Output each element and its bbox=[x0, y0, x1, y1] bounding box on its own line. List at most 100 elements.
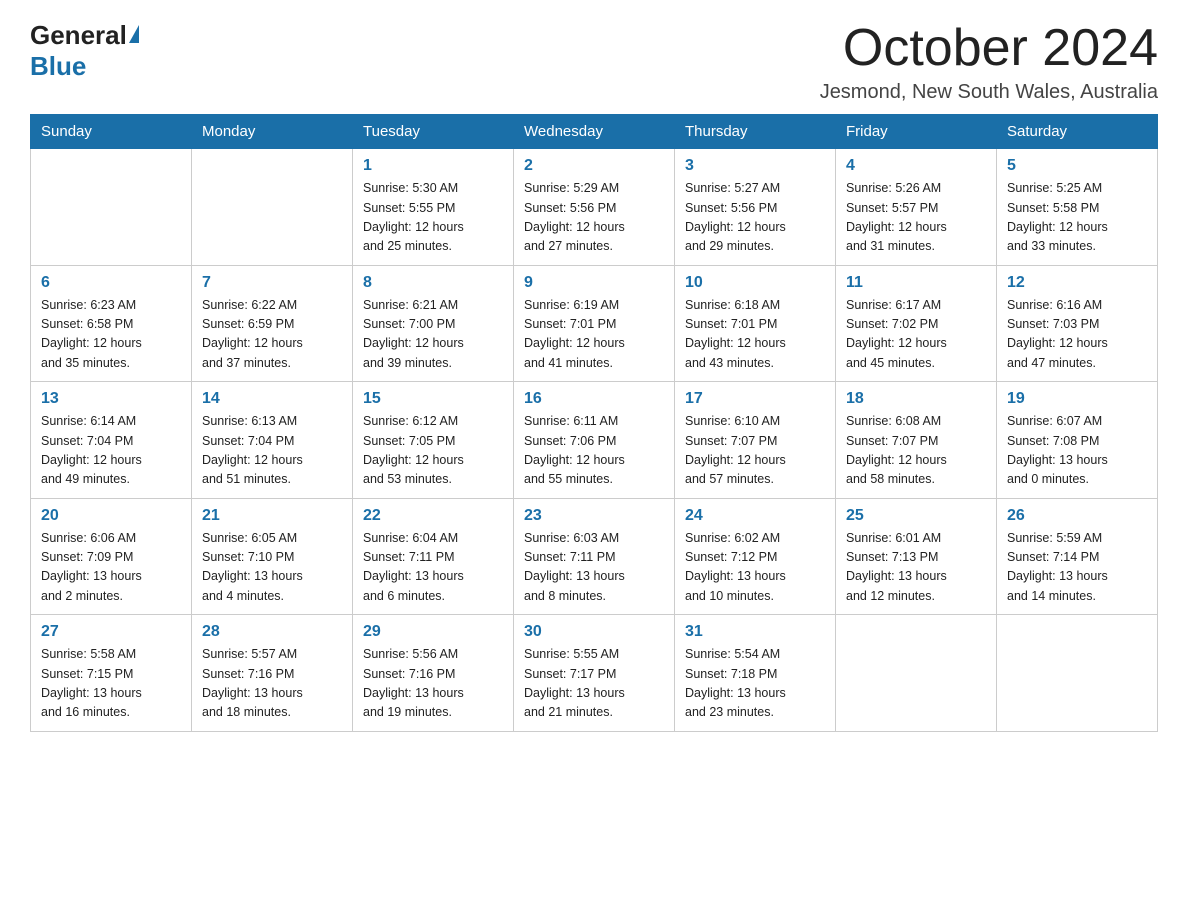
day-number: 14 bbox=[202, 390, 342, 408]
title-block: October 2024 Jesmond, New South Wales, A… bbox=[820, 20, 1158, 104]
day-info: Sunrise: 5:26 AMSunset: 5:57 PMDaylight:… bbox=[846, 179, 986, 257]
calendar-cell: 9 Sunrise: 6:19 AMSunset: 7:01 PMDaylight… bbox=[514, 265, 675, 382]
calendar-cell: 5Sunrise: 5:25 AMSunset: 5:58 PMDaylight… bbox=[997, 149, 1158, 266]
day-info: Sunrise: 6:10 AMSunset: 7:07 PMDaylight:… bbox=[685, 412, 825, 490]
day-info: Sunrise: 6:22 AMSunset: 6:59 PMDaylight:… bbox=[202, 296, 342, 374]
calendar-cell: 11Sunrise: 6:17 AMSunset: 7:02 PMDayligh… bbox=[836, 265, 997, 382]
calendar-row-5: 27 Sunrise: 5:58 AMSunset: 7:15 PMDayligh… bbox=[31, 615, 1158, 732]
day-info: Sunrise: 6:21 AMSunset: 7:00 PMDaylight:… bbox=[363, 296, 503, 374]
calendar-cell: 10 Sunrise: 6:18 AMSunset: 7:01 PMDayligh… bbox=[675, 265, 836, 382]
calendar-cell: 28Sunrise: 5:57 AMSunset: 7:16 PMDayligh… bbox=[192, 615, 353, 732]
calendar-cell: 14 Sunrise: 6:13 AMSunset: 7:04 PMDayligh… bbox=[192, 382, 353, 499]
calendar-cell: 22 Sunrise: 6:04 AMSunset: 7:11 PMDayligh… bbox=[353, 498, 514, 615]
day-info: Sunrise: 6:02 AMSunset: 7:12 PMDaylight:… bbox=[685, 529, 825, 607]
calendar-cell bbox=[997, 615, 1158, 732]
calendar-cell: 1Sunrise: 5:30 AMSunset: 5:55 PMDaylight… bbox=[353, 149, 514, 266]
calendar-cell: 8 Sunrise: 6:21 AMSunset: 7:00 PMDaylight… bbox=[353, 265, 514, 382]
calendar-cell: 29 Sunrise: 5:56 AMSunset: 7:16 PMDayligh… bbox=[353, 615, 514, 732]
day-info: Sunrise: 6:07 AMSunset: 7:08 PMDaylight:… bbox=[1007, 412, 1147, 490]
calendar-cell: 27 Sunrise: 5:58 AMSunset: 7:15 PMDayligh… bbox=[31, 615, 192, 732]
calendar-row-4: 20Sunrise: 6:06 AMSunset: 7:09 PMDayligh… bbox=[31, 498, 1158, 615]
day-number: 4 bbox=[846, 157, 986, 175]
day-info: Sunrise: 6:05 AMSunset: 7:10 PMDaylight:… bbox=[202, 529, 342, 607]
calendar-row-3: 13Sunrise: 6:14 AMSunset: 7:04 PMDayligh… bbox=[31, 382, 1158, 499]
day-number: 26 bbox=[1007, 507, 1147, 525]
calendar-row-1: 1Sunrise: 5:30 AMSunset: 5:55 PMDaylight… bbox=[31, 149, 1158, 266]
calendar-cell: 31Sunrise: 5:54 AMSunset: 7:18 PMDayligh… bbox=[675, 615, 836, 732]
day-number: 20 bbox=[41, 507, 181, 525]
day-number: 10 bbox=[685, 274, 825, 292]
day-info: Sunrise: 5:57 AMSunset: 7:16 PMDaylight:… bbox=[202, 645, 342, 723]
day-number: 7 bbox=[202, 274, 342, 292]
day-info: Sunrise: 6:13 AMSunset: 7:04 PMDaylight:… bbox=[202, 412, 342, 490]
logo-triangle-icon bbox=[129, 25, 139, 43]
day-number: 6 bbox=[41, 274, 181, 292]
day-info: Sunrise: 6:19 AMSunset: 7:01 PMDaylight:… bbox=[524, 296, 664, 374]
page-subtitle: Jesmond, New South Wales, Australia bbox=[820, 81, 1158, 104]
calendar-cell: 17Sunrise: 6:10 AMSunset: 7:07 PMDayligh… bbox=[675, 382, 836, 499]
calendar-cell: 2 Sunrise: 5:29 AMSunset: 5:56 PMDaylight… bbox=[514, 149, 675, 266]
day-number: 19 bbox=[1007, 390, 1147, 408]
day-number: 22 bbox=[363, 507, 503, 525]
day-info: Sunrise: 6:11 AMSunset: 7:06 PMDaylight:… bbox=[524, 412, 664, 490]
day-info: Sunrise: 5:27 AMSunset: 5:56 PMDaylight:… bbox=[685, 179, 825, 257]
calendar-cell bbox=[192, 149, 353, 266]
day-info: Sunrise: 6:23 AMSunset: 6:58 PMDaylight:… bbox=[41, 296, 181, 374]
logo-general-text: General bbox=[30, 20, 127, 51]
calendar-cell: 24 Sunrise: 6:02 AMSunset: 7:12 PMDayligh… bbox=[675, 498, 836, 615]
day-number: 12 bbox=[1007, 274, 1147, 292]
day-info: Sunrise: 5:29 AMSunset: 5:56 PMDaylight:… bbox=[524, 179, 664, 257]
day-number: 29 bbox=[363, 623, 503, 641]
calendar-cell: 25 Sunrise: 6:01 AMSunset: 7:13 PMDayligh… bbox=[836, 498, 997, 615]
calendar-cell: 18 Sunrise: 6:08 AMSunset: 7:07 PMDayligh… bbox=[836, 382, 997, 499]
calendar-row-2: 6 Sunrise: 6:23 AMSunset: 6:58 PMDaylight… bbox=[31, 265, 1158, 382]
calendar-cell: 21Sunrise: 6:05 AMSunset: 7:10 PMDayligh… bbox=[192, 498, 353, 615]
logo: General Blue bbox=[30, 20, 141, 82]
day-info: Sunrise: 6:03 AMSunset: 7:11 PMDaylight:… bbox=[524, 529, 664, 607]
day-number: 23 bbox=[524, 507, 664, 525]
day-info: Sunrise: 6:12 AMSunset: 7:05 PMDaylight:… bbox=[363, 412, 503, 490]
calendar-cell: 4 Sunrise: 5:26 AMSunset: 5:57 PMDaylight… bbox=[836, 149, 997, 266]
day-number: 27 bbox=[41, 623, 181, 641]
day-info: Sunrise: 6:18 AMSunset: 7:01 PMDaylight:… bbox=[685, 296, 825, 374]
day-number: 2 bbox=[524, 157, 664, 175]
day-info: Sunrise: 6:14 AMSunset: 7:04 PMDaylight:… bbox=[41, 412, 181, 490]
day-number: 18 bbox=[846, 390, 986, 408]
day-number: 25 bbox=[846, 507, 986, 525]
day-info: Sunrise: 6:08 AMSunset: 7:07 PMDaylight:… bbox=[846, 412, 986, 490]
col-saturday: Saturday bbox=[997, 115, 1158, 149]
col-thursday: Thursday bbox=[675, 115, 836, 149]
page-container: General Blue October 2024 Jesmond, New S… bbox=[30, 20, 1158, 732]
col-tuesday: Tuesday bbox=[353, 115, 514, 149]
day-number: 11 bbox=[846, 274, 986, 292]
calendar-cell: 30 Sunrise: 5:55 AMSunset: 7:17 PMDayligh… bbox=[514, 615, 675, 732]
day-number: 31 bbox=[685, 623, 825, 641]
day-number: 9 bbox=[524, 274, 664, 292]
day-number: 30 bbox=[524, 623, 664, 641]
calendar-cell: 20Sunrise: 6:06 AMSunset: 7:09 PMDayligh… bbox=[31, 498, 192, 615]
calendar-cell: 23 Sunrise: 6:03 AMSunset: 7:11 PMDayligh… bbox=[514, 498, 675, 615]
day-info: Sunrise: 5:58 AMSunset: 7:15 PMDaylight:… bbox=[41, 645, 181, 723]
calendar-cell: 7 Sunrise: 6:22 AMSunset: 6:59 PMDaylight… bbox=[192, 265, 353, 382]
calendar-header-row: Sunday Monday Tuesday Wednesday Thursday… bbox=[31, 115, 1158, 149]
day-number: 16 bbox=[524, 390, 664, 408]
col-wednesday: Wednesday bbox=[514, 115, 675, 149]
day-number: 24 bbox=[685, 507, 825, 525]
day-number: 1 bbox=[363, 157, 503, 175]
calendar-cell: 15Sunrise: 6:12 AMSunset: 7:05 PMDayligh… bbox=[353, 382, 514, 499]
calendar-cell: 16 Sunrise: 6:11 AMSunset: 7:06 PMDayligh… bbox=[514, 382, 675, 499]
day-info: Sunrise: 5:56 AMSunset: 7:16 PMDaylight:… bbox=[363, 645, 503, 723]
day-info: Sunrise: 6:01 AMSunset: 7:13 PMDaylight:… bbox=[846, 529, 986, 607]
day-number: 3 bbox=[685, 157, 825, 175]
day-number: 5 bbox=[1007, 157, 1147, 175]
calendar-cell: 13Sunrise: 6:14 AMSunset: 7:04 PMDayligh… bbox=[31, 382, 192, 499]
logo-blue-text: Blue bbox=[30, 51, 86, 81]
day-info: Sunrise: 6:04 AMSunset: 7:11 PMDaylight:… bbox=[363, 529, 503, 607]
calendar-cell: 3 Sunrise: 5:27 AMSunset: 5:56 PMDaylight… bbox=[675, 149, 836, 266]
day-number: 8 bbox=[363, 274, 503, 292]
calendar-cell: 26Sunrise: 5:59 AMSunset: 7:14 PMDayligh… bbox=[997, 498, 1158, 615]
col-monday: Monday bbox=[192, 115, 353, 149]
day-info: Sunrise: 5:55 AMSunset: 7:17 PMDaylight:… bbox=[524, 645, 664, 723]
calendar-cell bbox=[836, 615, 997, 732]
header: General Blue October 2024 Jesmond, New S… bbox=[30, 20, 1158, 104]
